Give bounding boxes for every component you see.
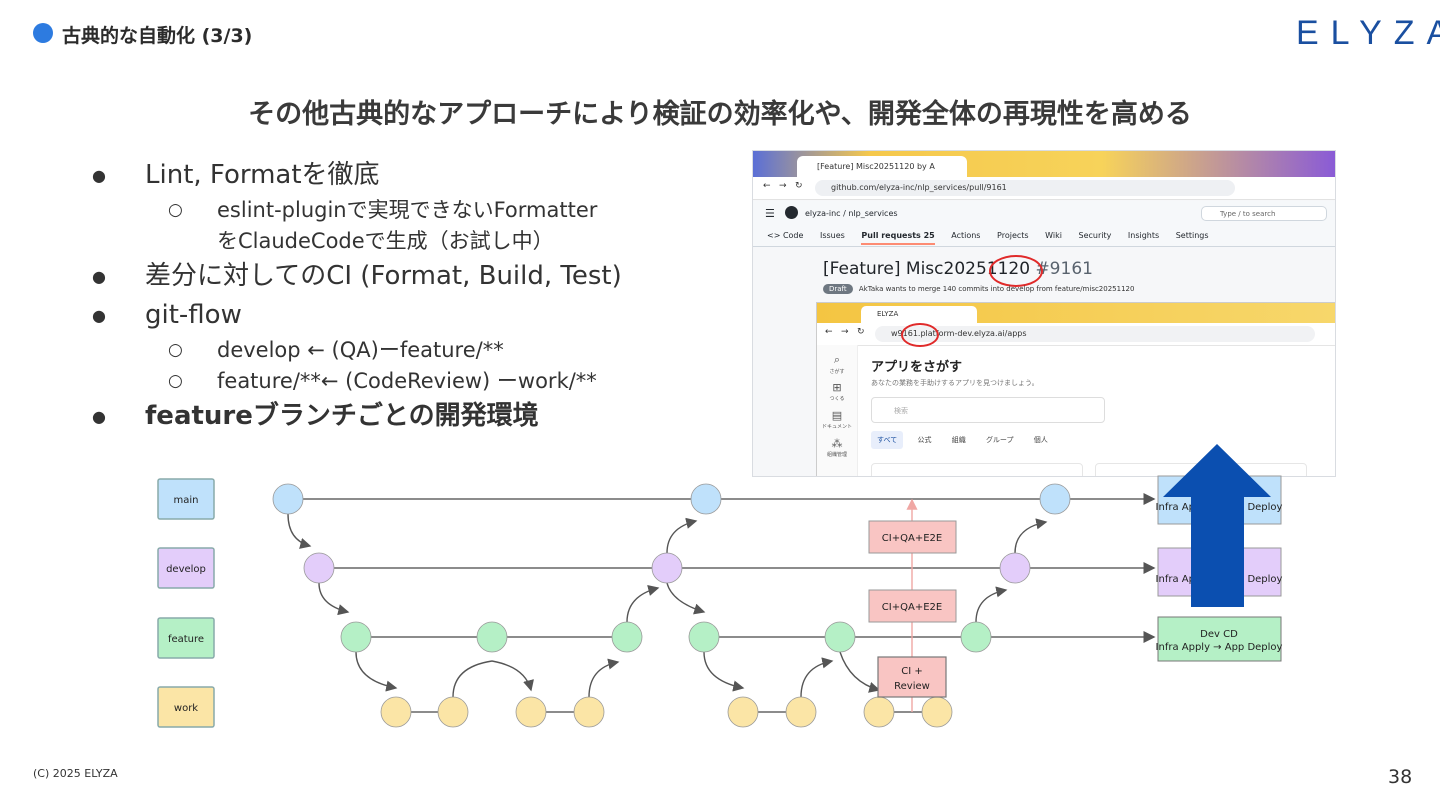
commit-node-work xyxy=(380,696,412,728)
commit-node-work xyxy=(573,696,605,728)
slide: 古典的な自動化 (3/3) ELYZA その他古典的なアプローチにより検証の効率… xyxy=(0,0,1440,810)
svg-text:Infra Apply → App Deploy: Infra Apply → App Deploy xyxy=(1156,642,1283,653)
ci-box-develop: CI+QA+E2E xyxy=(868,589,957,623)
commit-node-work xyxy=(437,696,469,728)
commit-node-work xyxy=(727,696,759,728)
commit-node-develop xyxy=(303,552,335,584)
svg-text:Dev CD: Dev CD xyxy=(1200,629,1238,640)
svg-text:feature: feature xyxy=(168,634,204,645)
commit-node-feature xyxy=(688,621,720,653)
commit-node-feature xyxy=(960,621,992,653)
lane-feature: feature xyxy=(157,617,215,659)
commit-node-feature xyxy=(824,621,856,653)
commit-node-main xyxy=(690,483,722,515)
copyright: (C) 2025 ELYZA xyxy=(33,767,118,780)
lane-main: main xyxy=(157,478,215,520)
commit-node-main xyxy=(272,483,304,515)
svg-text:work: work xyxy=(174,703,198,714)
svg-text:main: main xyxy=(174,495,199,506)
ci-review-label: CI + xyxy=(901,666,923,677)
commit-node-feature xyxy=(476,621,508,653)
svg-text:CI+QA+E2E: CI+QA+E2E xyxy=(882,602,942,613)
commit-node-work xyxy=(863,696,895,728)
lane-work: work xyxy=(157,686,215,728)
deploy-box-feature: Dev CD Infra Apply → App Deploy xyxy=(1156,616,1283,662)
commit-node-work xyxy=(515,696,547,728)
commit-node-work xyxy=(785,696,817,728)
commit-node-main xyxy=(1039,483,1071,515)
commit-node-feature xyxy=(611,621,643,653)
commit-node-feature xyxy=(340,621,372,653)
commit-node-develop xyxy=(651,552,683,584)
ci-box-main: CI+QA+E2E xyxy=(868,520,957,554)
git-flow-diagram: main develop feature work CI+QA+E2E CI+Q… xyxy=(157,444,1283,728)
ci-review-label-2: Review xyxy=(894,681,930,692)
page-number: 38 xyxy=(1388,766,1413,788)
svg-text:CI+QA+E2E: CI+QA+E2E xyxy=(882,533,942,544)
commit-node-develop xyxy=(999,552,1031,584)
ci-box-feature: CI + Review xyxy=(877,656,947,698)
svg-text:develop: develop xyxy=(166,564,206,575)
commit-node-work xyxy=(921,696,953,728)
lane-develop: develop xyxy=(157,547,215,589)
